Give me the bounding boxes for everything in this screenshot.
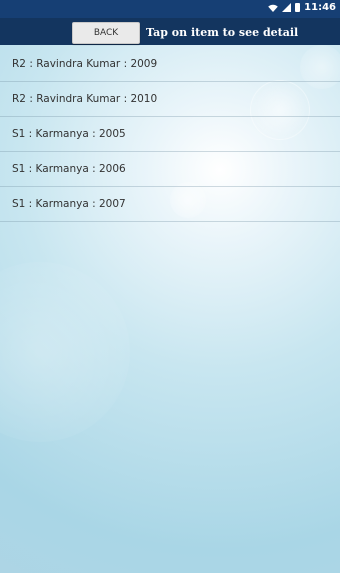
clock: 11:46 <box>304 2 336 13</box>
page-title: Tap on item to see detail <box>146 26 299 39</box>
list-item[interactable]: S1 : Karmanya : 2006 <box>0 152 340 187</box>
list-item[interactable]: R2 : Ravindra Kumar : 2009 <box>0 47 340 82</box>
list-item[interactable]: S1 : Karmanya : 2007 <box>0 187 340 222</box>
list-item[interactable]: S1 : Karmanya : 2005 <box>0 117 340 152</box>
item-list: R2 : Ravindra Kumar : 2009 R2 : Ravindra… <box>0 47 340 222</box>
status-bar: 11:46 <box>0 0 340 18</box>
lens-flare <box>0 262 130 442</box>
status-icons: 11:46 <box>268 2 336 13</box>
screen: 11:46 BACK Tap on item to see detail R2 … <box>0 0 340 573</box>
battery-icon <box>295 3 301 12</box>
signal-icon <box>282 3 292 12</box>
back-button[interactable]: BACK <box>72 22 140 44</box>
list-item[interactable]: R2 : Ravindra Kumar : 2010 <box>0 82 340 117</box>
wifi-icon <box>268 4 278 12</box>
